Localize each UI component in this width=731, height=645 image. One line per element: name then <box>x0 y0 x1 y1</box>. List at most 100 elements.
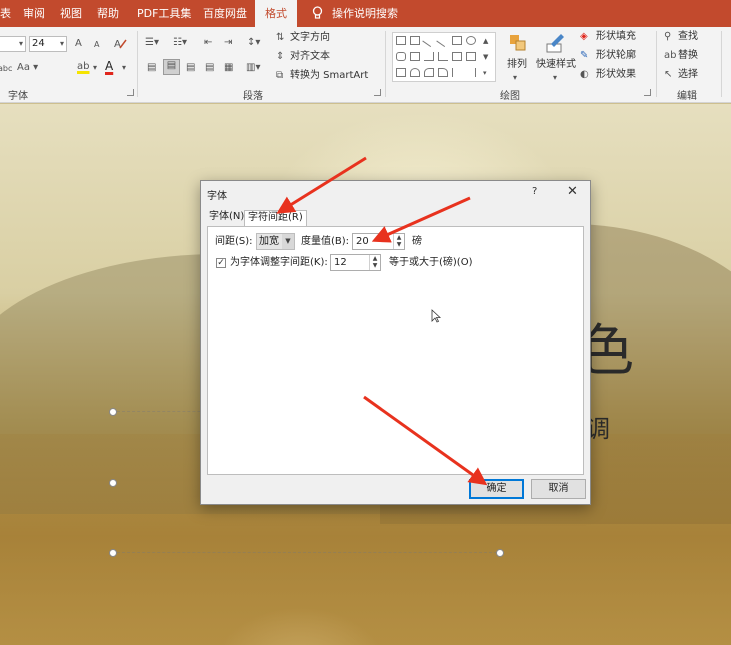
by-value-input[interactable]: 20 ▲ ▼ <box>352 233 405 250</box>
align-center-icon[interactable]: ▤ <box>163 59 180 75</box>
shape-fill-button[interactable]: 形状填充 <box>596 31 636 43</box>
paragraph-dialog-launcher[interactable] <box>374 89 381 96</box>
font-size-combo[interactable]: 24 ▾ <box>29 36 67 52</box>
menu-tab-format[interactable]: 格式 <box>255 0 297 27</box>
columns-icon[interactable]: ▥▾ <box>246 62 260 74</box>
align-left-icon[interactable]: ▤ <box>147 62 156 74</box>
replace-icon: ab <box>664 50 677 61</box>
menu-tab-review[interactable]: 审阅 <box>23 7 45 20</box>
spin-stepper[interactable]: ▲ ▼ <box>369 255 380 270</box>
resize-handle-middle-left[interactable] <box>109 479 117 487</box>
chevron-down-icon[interactable]: ▼ <box>483 51 488 63</box>
spacing-value: 加宽 <box>259 236 279 247</box>
distributed-icon[interactable]: ▦ <box>224 62 233 74</box>
mouse-cursor-icon <box>431 309 441 323</box>
shape-textbox[interactable] <box>396 36 406 45</box>
align-right-icon[interactable]: ▤ <box>186 62 195 74</box>
menu-tab-baidu-netdisk[interactable]: 百度网盘 <box>203 7 247 20</box>
grow-font-icon[interactable]: A <box>75 38 82 50</box>
help-icon[interactable]: ? <box>532 186 537 197</box>
svg-text:A: A <box>114 39 121 50</box>
find-button[interactable]: 查找 <box>678 31 698 43</box>
font-name-combo[interactable]: ▾ <box>0 36 26 52</box>
shape-elbow[interactable] <box>424 52 434 61</box>
shape-star[interactable] <box>396 68 406 77</box>
tab-character-spacing[interactable]: 字符间距(R) <box>244 210 307 227</box>
decrease-indent-icon[interactable]: ⇤ <box>204 37 212 49</box>
arrange-button[interactable]: 排列 <box>507 59 527 71</box>
menu-tab-pdf-tools[interactable]: PDF工具集 <box>137 7 191 20</box>
cancel-button[interactable]: 取消 <box>531 479 586 499</box>
tab-font[interactable]: 字体(N) <box>206 210 247 226</box>
spacing-select[interactable]: 加宽 ▼ <box>256 233 295 250</box>
menu-tab-help[interactable]: 帮助 <box>97 7 119 20</box>
shape-down-arrow[interactable] <box>466 52 476 61</box>
lightbulb-icon <box>312 6 323 19</box>
font-group-label: 字体 <box>8 91 28 102</box>
resize-handle-bottom-left[interactable] <box>109 549 117 557</box>
shape-textbox[interactable] <box>410 36 420 45</box>
shape-triangle[interactable] <box>410 52 420 61</box>
menu-tab-table[interactable]: 表 <box>0 7 11 20</box>
kerning-checkbox[interactable]: ✓ <box>216 258 226 268</box>
shape-outline-button[interactable]: 形状轮廓 <box>596 50 636 62</box>
by-unit-label: 磅 <box>412 236 422 247</box>
shape-curve[interactable] <box>438 68 448 77</box>
bullets-icon[interactable]: ☰▾ <box>145 37 159 49</box>
chevron-down-icon[interactable]: ▾ <box>93 62 97 74</box>
group-divider <box>656 31 657 97</box>
quick-styles-icon <box>546 34 564 53</box>
highlight-icon[interactable]: ab <box>77 61 89 73</box>
shape-line[interactable] <box>422 33 436 48</box>
clear-formatting-icon[interactable]: A <box>113 36 127 50</box>
paragraph-group-label: 段落 <box>243 91 263 102</box>
font-color-icon[interactable]: A <box>105 60 113 72</box>
shape-oval[interactable] <box>466 36 476 45</box>
chevron-down-icon: ▾ <box>18 39 23 48</box>
gallery-more-icon[interactable]: ▾ <box>483 67 487 79</box>
shape-right-arrow[interactable] <box>452 52 462 61</box>
convert-smartart-button[interactable]: 转换为 SmartArt <box>290 70 368 82</box>
replace-button[interactable]: 替换 <box>678 50 698 62</box>
resize-handle-top-left[interactable] <box>109 408 117 416</box>
font-dialog: 字体 ? ✕ 字体(N) 字符间距(R) 间距(S): 加宽 ▼ 度量值(B):… <box>200 180 591 505</box>
numbering-icon[interactable]: ☷▾ <box>173 37 187 49</box>
line-spacing-icon[interactable]: ↕▾ <box>247 37 260 49</box>
increase-indent-icon[interactable]: ⇥ <box>224 37 232 49</box>
align-text-button[interactable]: 对齐文本 <box>290 51 330 63</box>
menu-tab-view[interactable]: 视图 <box>60 7 82 20</box>
shape-arrow[interactable] <box>436 33 450 48</box>
chevron-up-icon[interactable]: ▲ <box>483 35 488 47</box>
shape-rounded-rect[interactable] <box>396 52 406 61</box>
shapes-gallery[interactable]: ▲ ▼ ▾ <box>392 32 496 82</box>
quick-styles-button[interactable]: 快速样式 <box>536 59 576 71</box>
justify-icon[interactable]: ▤ <box>205 62 214 74</box>
shape-arc[interactable] <box>410 68 420 77</box>
ribbon: ▾ 24 ▾ A A A abc Aa ▾ ab ▾ A ▾ 字体 ☰▾ ☷▾ ⇤… <box>0 27 731 103</box>
text-direction-button[interactable]: 文字方向 <box>290 32 330 44</box>
chevron-down-icon[interactable]: ▾ <box>122 62 126 74</box>
kerning-value-input[interactable]: 12 ▲ ▼ <box>330 254 381 271</box>
arrange-icon <box>510 35 526 51</box>
resize-handle-bottom-middle[interactable] <box>496 549 504 557</box>
close-icon[interactable]: ✕ <box>567 184 578 199</box>
tell-me-search[interactable]: 操作说明搜索 <box>332 7 398 20</box>
change-case-icon[interactable]: Aa ▾ <box>17 62 38 74</box>
select-button[interactable]: 选择 <box>678 69 698 81</box>
shape-effects-icon: ◐ <box>580 69 589 80</box>
char-spacing-icon[interactable]: abc <box>0 63 12 75</box>
ok-button[interactable]: 确定 <box>469 479 524 499</box>
menu-bar: 表 审阅 视图 帮助 PDF工具集 百度网盘 格式 操作说明搜索 <box>0 0 731 27</box>
shape-elbow[interactable] <box>438 52 448 61</box>
drawing-dialog-launcher[interactable] <box>644 89 651 96</box>
spin-stepper[interactable]: ▲ ▼ <box>393 234 404 249</box>
shrink-font-icon[interactable]: A <box>94 39 99 51</box>
shape-curve[interactable] <box>424 68 434 77</box>
by-label: 度量值(B): <box>301 236 350 247</box>
shape-rectangle[interactable] <box>452 36 462 45</box>
shape-brace[interactable] <box>452 68 462 77</box>
shape-brace[interactable] <box>466 68 476 77</box>
font-dialog-launcher[interactable] <box>127 89 134 96</box>
smartart-icon: ⧉ <box>276 70 284 81</box>
shape-effects-button[interactable]: 形状效果 <box>596 69 636 81</box>
